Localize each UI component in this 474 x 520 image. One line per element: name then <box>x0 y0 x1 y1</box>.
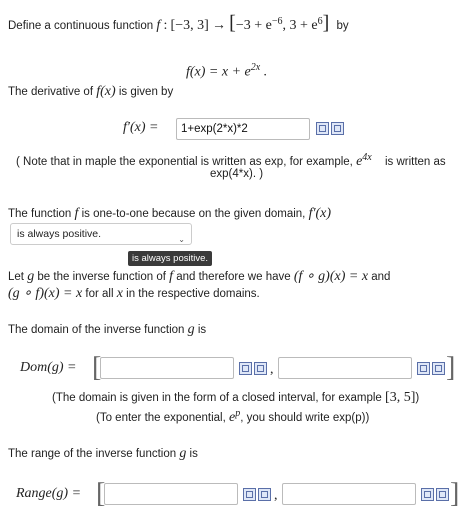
range-left-tools <box>243 488 271 501</box>
dom-note-1: (The domain is given in the form of a cl… <box>52 390 419 406</box>
equation-editor-icon[interactable] <box>243 488 256 501</box>
let-text: Let <box>8 271 24 283</box>
fprime-symbol: f′(x) <box>308 206 332 221</box>
one-to-one-text: The function <box>8 208 72 220</box>
dropdown-tooltip: is always positive. <box>128 251 213 266</box>
function-def-exp: 2x <box>250 62 261 73</box>
intro-text: Define a continuous function <box>8 20 154 32</box>
codomain-a: −3 + e <box>235 18 272 33</box>
codomain-close: ] <box>322 12 330 34</box>
range-question: The range of the inverse function g is <box>8 446 198 462</box>
g-symbol-3: g <box>179 446 187 461</box>
inverse-line2: (g ∘ f)(x) = x for all x in the respecti… <box>8 285 260 302</box>
dropdown-selected: is always positive. <box>17 228 102 240</box>
reason-dropdown[interactable]: is always positive. ⌄ <box>10 223 192 245</box>
dom-label: Dom(g) = <box>20 360 77 375</box>
for-all-text: for all <box>85 288 114 300</box>
dom-left-input[interactable] <box>100 357 234 379</box>
range-left-input[interactable] <box>104 483 238 505</box>
f-symbol-3: f <box>169 269 173 284</box>
equation-editor-icon[interactable] <box>421 488 434 501</box>
dom-note-example: [3, 5] <box>385 390 416 405</box>
domain-question: The domain of the inverse function g is <box>8 322 206 338</box>
range-label: Range(g) = <box>16 486 82 501</box>
composition-fg: (f ∘ g)(x) = x <box>293 269 369 284</box>
dom-note-close: ) <box>415 392 420 404</box>
derivative-intro-text: The derivative of <box>8 86 94 98</box>
range-right-input[interactable] <box>282 483 416 505</box>
is-text-2: is <box>189 448 198 460</box>
fx-symbol: f(x) <box>96 84 116 99</box>
range-separator: , <box>274 488 278 503</box>
codomain-b: , 3 + e <box>282 18 318 33</box>
f-symbol-2: f <box>74 206 79 221</box>
derivative-lhs: f′(x) = <box>123 120 159 135</box>
preview-icon[interactable] <box>258 488 271 501</box>
by-text: by <box>336 20 349 32</box>
period: . <box>263 64 268 80</box>
derivative-intro-rest: is given by <box>118 86 174 98</box>
derivative-input[interactable]: 1+exp(2*x)*2 <box>176 118 310 140</box>
chevron-down-icon: ⌄ <box>178 235 185 244</box>
preview-icon[interactable] <box>436 488 449 501</box>
preview-icon[interactable] <box>432 362 445 375</box>
dom-right-tools <box>417 362 445 375</box>
therefore-text: and therefore we have <box>176 271 291 283</box>
note-line2: exp(4*x). ) <box>210 168 264 180</box>
equation-editor-icon[interactable] <box>239 362 252 375</box>
inverse-text: be the inverse function of <box>37 271 166 283</box>
range-right-tools <box>421 488 449 501</box>
intro-line: Define a continuous function f : [−3, 3]… <box>8 12 349 35</box>
exp-neg6: −6 <box>271 16 283 28</box>
domain-question-text: The domain of the inverse function <box>8 324 185 336</box>
range-question-text: The range of the inverse function <box>8 448 177 460</box>
derivative-intro: The derivative of f(x) is given by <box>8 84 173 100</box>
inverse-line1: Let g be the inverse function of f and t… <box>8 268 390 285</box>
composition-gf: (g ∘ f)(x) = x <box>8 286 83 301</box>
dom-note-2: (To enter the exponential, ep, you shoul… <box>96 408 369 426</box>
colon: : <box>163 18 168 33</box>
range-close-bracket: ] <box>450 478 460 509</box>
dom-right-input[interactable] <box>278 357 412 379</box>
f-symbol: f <box>156 18 161 33</box>
function-definition: f(x) = x + e2x . <box>186 62 267 81</box>
dom-left-tools <box>239 362 267 375</box>
g-symbol: g <box>27 269 35 284</box>
is-text: is <box>197 324 207 336</box>
function-def-lhs: f(x) = x + e <box>186 64 251 80</box>
x-symbol: x <box>116 286 123 301</box>
dom-separator: , <box>270 362 274 377</box>
note-exp: 4x <box>362 152 372 163</box>
dom-note-2-rest: , you should write exp(p)) <box>240 411 370 424</box>
one-to-one-rest: is one-to-one because on the given domai… <box>81 208 306 220</box>
dom-note-2-text: (To enter the exponential, <box>96 411 226 424</box>
and-text: and <box>371 271 391 283</box>
dom-close-bracket: ] <box>446 352 456 383</box>
arrow: → <box>211 18 226 33</box>
equation-editor-icon[interactable] <box>417 362 430 375</box>
note-text-end: is written as <box>384 155 446 168</box>
derivative-input-tools <box>316 122 344 135</box>
domains-text: in the respective domains. <box>126 288 260 300</box>
domain-interval: [−3, 3] <box>170 18 209 33</box>
preview-icon[interactable] <box>331 122 344 135</box>
equation-editor-icon[interactable] <box>316 122 329 135</box>
preview-icon[interactable] <box>254 362 267 375</box>
dom-note-1-text: (The domain is given in the form of a cl… <box>52 392 382 404</box>
note-text: ( Note that in maple the exponential is … <box>16 155 353 168</box>
one-to-one-line: The function f is one-to-one because on … <box>8 206 331 222</box>
g-symbol-2: g <box>187 322 195 337</box>
codomain-open: [ <box>229 12 236 34</box>
